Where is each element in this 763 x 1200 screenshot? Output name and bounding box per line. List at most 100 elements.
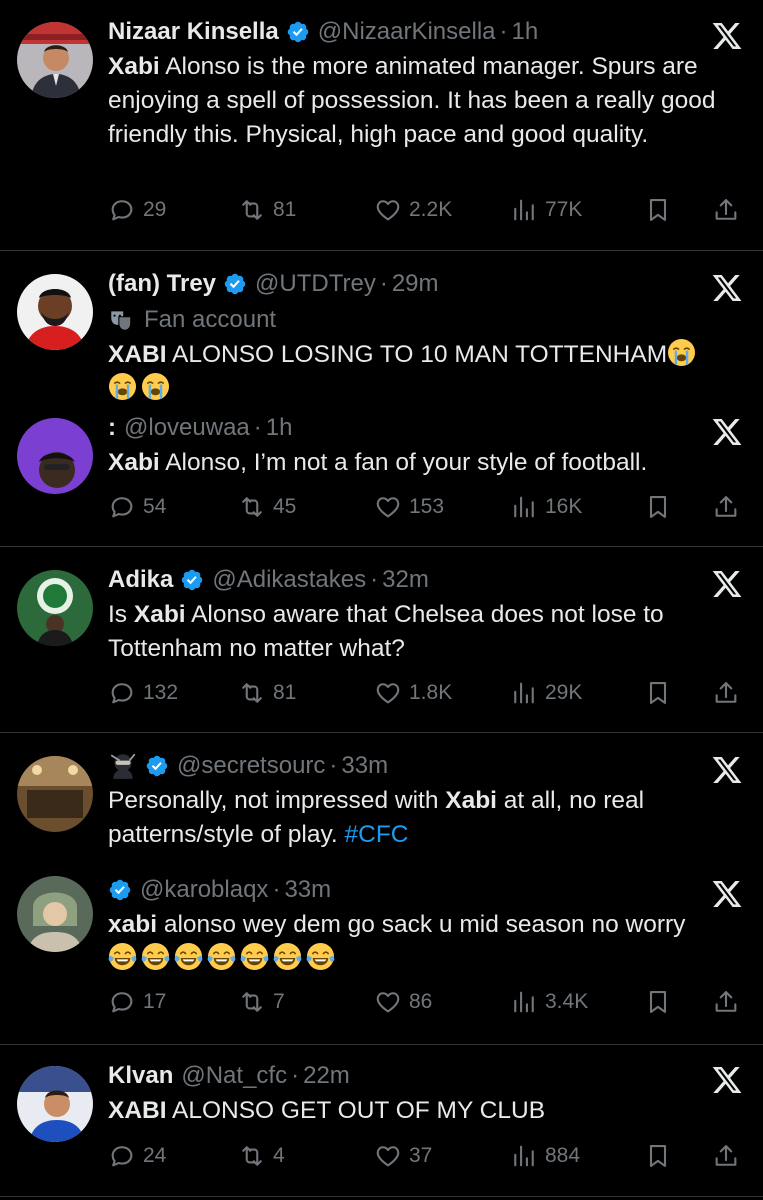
reply-count: 17 (143, 990, 167, 1013)
views-button[interactable]: 16K (510, 491, 582, 523)
timeline-feed: Nizaar Kinsella @NizaarKinsella · 1h Xab… (0, 0, 763, 1200)
handle[interactable]: @UTDTrey (255, 270, 376, 298)
handle[interactable]: @karoblaqx (140, 876, 268, 904)
laughing-crying-face-icon (207, 942, 236, 971)
action-bar: 132 81 1.8K 29K (108, 677, 748, 709)
views-button[interactable]: 884 (510, 1140, 580, 1172)
reply-icon (108, 196, 136, 224)
text-segment: Alonso, I’m not a fan of your style of f… (159, 449, 648, 476)
display-name[interactable]: (fan) Trey (108, 270, 216, 298)
repost-button[interactable]: 45 (238, 491, 296, 523)
avatar[interactable] (17, 274, 93, 350)
display-name[interactable]: Nizaar Kinsella (108, 18, 279, 46)
reply-count: 29 (143, 198, 167, 221)
hashtag-link[interactable]: #CFC (345, 821, 409, 848)
share-button[interactable] (712, 677, 747, 709)
like-button[interactable]: 1.8K (374, 677, 452, 709)
separator-dot: · (379, 270, 388, 297)
repost-button[interactable]: 81 (238, 194, 296, 226)
timestamp[interactable]: 1h (266, 414, 293, 442)
x-logo-icon (711, 878, 743, 910)
keyword-bold: Xabi (108, 449, 160, 476)
views-button[interactable]: 3.4K (510, 986, 588, 1018)
view-count: 77K (545, 198, 583, 221)
timestamp[interactable]: 32m (382, 566, 429, 594)
timestamp[interactable]: 33m (341, 752, 388, 780)
share-button[interactable] (712, 986, 747, 1018)
tweet-text: Xabi Alonso is the more animated manager… (108, 50, 748, 152)
repost-button[interactable]: 4 (238, 1140, 285, 1172)
x-logo-icon (711, 272, 743, 304)
like-button[interactable]: 2.2K (374, 194, 452, 226)
like-count: 86 (409, 990, 433, 1013)
reply-icon (108, 679, 136, 707)
handle[interactable]: @Adikastakes (212, 566, 366, 594)
reply-button[interactable]: 24 (108, 1140, 166, 1172)
action-bar: 29 81 2.2K 77K (108, 194, 748, 226)
separator-dot: · (291, 1062, 300, 1089)
laughing-crying-face-icon (174, 942, 203, 971)
reply-button[interactable]: 17 (108, 986, 166, 1018)
laughing-crying-face-icon (273, 942, 302, 971)
repost-icon (238, 196, 266, 224)
repost-count: 81 (273, 198, 297, 221)
views-button[interactable]: 77K (510, 194, 582, 226)
repost-button[interactable]: 81 (238, 677, 296, 709)
heart-icon (374, 196, 402, 224)
bookmark-button[interactable] (644, 677, 679, 709)
handle[interactable]: @loveuwaa (124, 414, 250, 442)
bookmark-button[interactable] (644, 491, 679, 523)
share-button[interactable] (712, 1140, 747, 1172)
reply-button[interactable]: 54 (108, 491, 166, 523)
bookmark-button[interactable] (644, 194, 679, 226)
display-name[interactable]: Klvan (108, 1062, 173, 1090)
bookmark-button[interactable] (644, 986, 679, 1018)
avatar[interactable] (17, 1066, 93, 1142)
reply-icon (108, 1142, 136, 1170)
share-button[interactable] (712, 491, 747, 523)
like-button[interactable]: 86 (374, 986, 432, 1018)
avatar[interactable] (17, 570, 93, 646)
reply-count: 132 (143, 681, 179, 704)
share-button[interactable] (712, 194, 747, 226)
tweet-header: (fan) Trey @UTDTrey · 29m (108, 268, 439, 300)
reply-button[interactable]: 132 (108, 677, 178, 709)
display-name[interactable]: : (108, 414, 116, 442)
views-chart-icon (510, 679, 538, 707)
x-logo-icon (711, 754, 743, 786)
avatar[interactable] (17, 418, 93, 494)
reply-icon (108, 988, 136, 1016)
repost-button[interactable]: 7 (238, 986, 285, 1018)
repost-icon (238, 679, 266, 707)
handle[interactable]: @secretsourc (177, 752, 325, 780)
timestamp[interactable]: 33m (284, 876, 331, 904)
tweet-text: XABI ALONSO GET OUT OF MY CLUB (108, 1094, 748, 1128)
timestamp[interactable]: 1h (512, 18, 539, 46)
like-button[interactable]: 37 (374, 1140, 432, 1172)
timestamp[interactable]: 22m (303, 1062, 350, 1090)
timestamp[interactable]: 29m (392, 270, 439, 298)
reply-button[interactable]: 29 (108, 194, 166, 226)
bookmark-icon (644, 679, 672, 707)
divider (0, 732, 763, 733)
x-logo-icon (711, 1064, 743, 1096)
tweet-text-content: XABI ALONSO LOSING TO 10 MAN TOTTENHAM (108, 341, 667, 368)
bookmark-button[interactable] (644, 1140, 679, 1172)
reply-count: 54 (143, 495, 167, 518)
avatar[interactable] (17, 756, 93, 832)
bookmark-icon (644, 493, 672, 521)
like-count: 1.8K (409, 681, 453, 704)
like-button[interactable]: 153 (374, 491, 444, 523)
avatar[interactable] (17, 876, 93, 952)
handle[interactable]: @Nat_cfc (181, 1062, 287, 1090)
handle[interactable]: @NizaarKinsella (318, 18, 496, 46)
loudly-crying-face-icon (108, 372, 137, 401)
verified-badge-icon (108, 878, 132, 902)
tweet-header: Nizaar Kinsella @NizaarKinsella · 1h (108, 16, 538, 48)
avatar[interactable] (17, 22, 93, 98)
display-name[interactable]: Adika (108, 566, 173, 594)
views-button[interactable]: 29K (510, 677, 582, 709)
theater-masks-icon (111, 311, 132, 331)
tweet-text-content: xabi alonso wey dem go sack u mid season… (108, 911, 685, 938)
loudly-crying-face-icon (667, 338, 696, 367)
